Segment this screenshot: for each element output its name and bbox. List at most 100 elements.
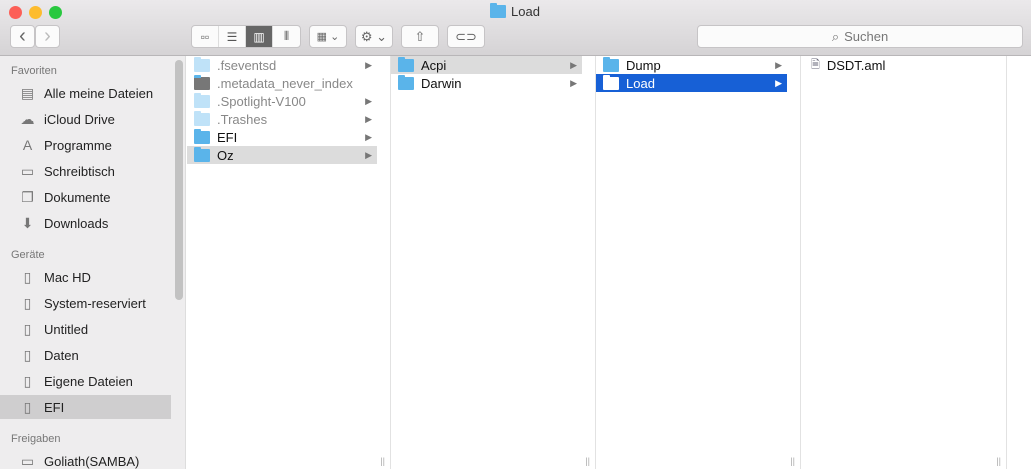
chevron-right-icon: ▶ [570, 77, 577, 88]
list-item[interactable]: .fseventsd ▶ [187, 56, 377, 74]
label: Untitled [44, 321, 89, 337]
chevron-right-icon: ▶ [775, 59, 782, 70]
title-bar: Load ‹ › ▫▫ ☰ ▥ ⫴ ▦ ⌄ ⚙ ⌄ ⇧ ⊂⊃ ⌕ Suchen [0, 0, 1031, 56]
chevron-right-icon: ▶ [365, 59, 372, 70]
minimize-button[interactable] [29, 6, 42, 19]
label: System-reserviert [44, 295, 146, 311]
sidebar-item-all-files[interactable]: ▤ Alle meine Dateien [0, 81, 171, 105]
disk-icon: ▯ [23, 268, 32, 285]
label: Eigene Dateien [44, 373, 133, 389]
sidebar: Favoriten ▤ Alle meine Dateien ☁ iCloud Dr… [0, 56, 186, 469]
folder-icon [398, 56, 414, 72]
back-button[interactable]: ‹ [10, 25, 35, 48]
column-3: Dump ▶ Load ▶ || [596, 56, 801, 469]
disk-icon: ▯ [23, 372, 32, 389]
server-icon: ▭ [20, 452, 35, 469]
share-button[interactable]: ⇧ [401, 25, 439, 48]
item-name: Oz [217, 147, 234, 163]
folder-icon [603, 74, 619, 90]
list-item[interactable]: Load ▶ [596, 74, 787, 92]
item-name: .metadata_never_index [217, 75, 353, 91]
downloads-icon: ⬇ [21, 214, 34, 231]
sidebar-item-efi[interactable]: ▯ EFI [0, 395, 171, 419]
column-1: .fseventsd ▶ .metadata_never_index .Spotl… [187, 56, 391, 469]
folder-icon [603, 56, 619, 72]
sidebar-item-icloud[interactable]: ☁ iCloud Drive [0, 107, 171, 131]
column-resize-handle[interactable]: || [585, 456, 590, 466]
folder-icon [490, 3, 506, 18]
sidebar-item-untitled[interactable]: ▯ Untitled [0, 317, 171, 341]
folder-icon [398, 74, 414, 90]
item-name: Darwin [421, 75, 462, 91]
arrange-button[interactable]: ▦ ⌄ [309, 25, 347, 48]
sidebar-item-programme[interactable]: A Programme [0, 133, 171, 157]
forward-button[interactable]: › [35, 25, 60, 48]
sidebar-item-dokumente[interactable]: ❐ Dokumente [0, 185, 171, 209]
label: Daten [44, 347, 79, 363]
list-item[interactable]: .metadata_never_index [187, 74, 377, 92]
label: iCloud Drive [44, 111, 115, 127]
section-favoriten: Favoriten [11, 65, 57, 77]
window-title-text: Load [511, 4, 540, 19]
folder-icon [194, 56, 210, 72]
label: Dokumente [44, 189, 111, 205]
disk-icon: ▯ [23, 398, 32, 415]
label: Alle meine Dateien [44, 85, 154, 101]
close-button[interactable] [9, 6, 22, 19]
zoom-button[interactable] [49, 6, 62, 19]
list-item[interactable]: .Trashes ▶ [187, 110, 377, 128]
item-name: Acpi [421, 57, 447, 73]
list-item[interactable]: Acpi ▶ [391, 56, 582, 74]
chevron-right-icon: ▶ [365, 131, 372, 142]
list-view-button[interactable]: ☰ [219, 26, 246, 47]
label: Mac HD [44, 269, 91, 285]
list-item[interactable]: Dump ▶ [596, 56, 787, 74]
item-name: DSDT.aml [826, 57, 886, 73]
icon-view-button[interactable]: ▫▫ [192, 26, 219, 47]
disk-icon: ▯ [23, 320, 32, 337]
folder-icon [194, 110, 210, 126]
sidebar-item-system-reserviert[interactable]: ▯ System-reserviert [0, 291, 171, 315]
disk-icon: ▯ [23, 294, 32, 311]
sidebar-scrollbar[interactable] [175, 60, 183, 300]
label: Downloads [44, 215, 109, 231]
section-freigaben: Freigaben [11, 433, 61, 445]
label: Goliath(SAMBA) [44, 453, 140, 469]
item-name: .Spotlight-V100 [217, 93, 306, 109]
cover-flow-button[interactable]: ⫴ [273, 26, 300, 47]
search-input[interactable]: ⌕ Suchen [697, 25, 1023, 48]
sidebar-item-schreibtisch[interactable]: ▭ Schreibtisch [0, 159, 171, 183]
all-files-icon: ▤ [20, 84, 35, 101]
list-item[interactable]: Oz ▶ [187, 146, 377, 164]
column-resize-handle[interactable]: || [380, 456, 385, 466]
documents-icon: ❐ [21, 188, 34, 205]
item-name: Dump [626, 57, 661, 73]
chevron-right-icon: ▶ [570, 59, 577, 70]
list-item[interactable]: .Spotlight-V100 ▶ [187, 92, 377, 110]
chevron-right-icon: ▶ [775, 77, 782, 88]
search-placeholder: Suchen [844, 29, 889, 44]
list-item[interactable]: 🗎 DSDT.aml [801, 56, 992, 74]
tag-button[interactable]: ⊂⊃ [447, 25, 485, 48]
list-item[interactable]: Darwin ▶ [391, 74, 582, 92]
folder-icon [194, 128, 210, 144]
column-resize-handle[interactable]: || [996, 456, 1001, 466]
sidebar-item-eigene-dateien[interactable]: ▯ Eigene Dateien [0, 369, 171, 393]
desktop-icon: ▭ [20, 162, 35, 179]
action-gear-button[interactable]: ⚙ ⌄ [355, 25, 393, 48]
view-switcher: ▫▫ ☰ ▥ ⫴ [191, 25, 301, 48]
list-item[interactable]: EFI ▶ [187, 128, 377, 146]
section-geraete: Geräte [11, 249, 45, 261]
cloud-icon: ☁ [20, 110, 35, 127]
item-name: Load [626, 75, 655, 91]
label: Schreibtisch [44, 163, 115, 179]
applications-icon: A [22, 137, 33, 153]
sidebar-item-goliath[interactable]: ▭ Goliath(SAMBA) [0, 449, 171, 473]
sidebar-item-daten[interactable]: ▯ Daten [0, 343, 171, 367]
sidebar-item-downloads[interactable]: ⬇ Downloads [0, 211, 171, 235]
sidebar-item-mac-hd[interactable]: ▯ Mac HD [0, 265, 171, 289]
item-name: EFI [217, 129, 238, 145]
column-resize-handle[interactable]: || [790, 456, 795, 466]
column-view-button[interactable]: ▥ [246, 26, 273, 47]
chevron-right-icon: ▶ [365, 95, 372, 106]
